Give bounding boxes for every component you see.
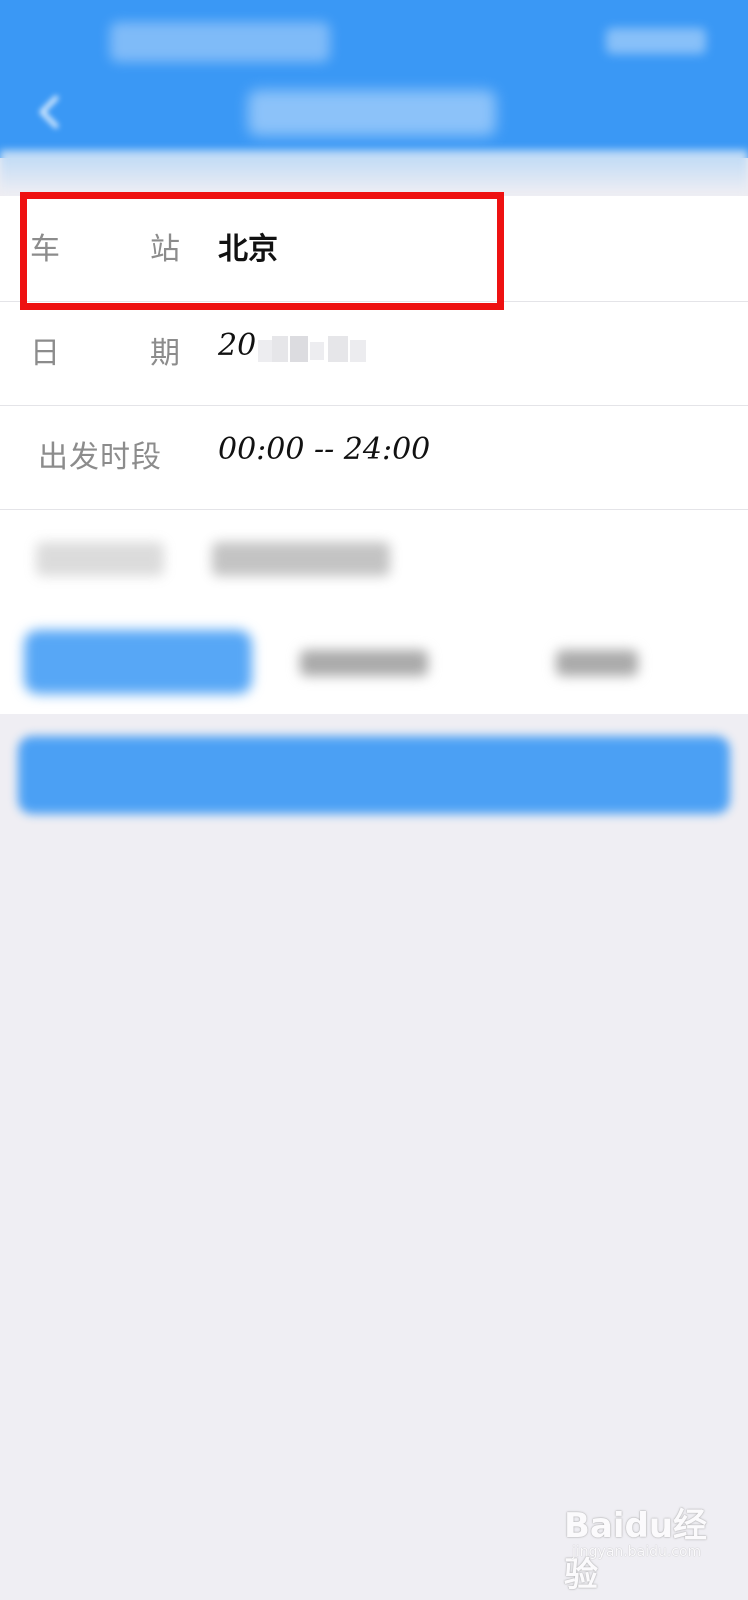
blurred-label: [36, 542, 164, 576]
departure-period-label: 出发时段: [38, 440, 162, 475]
tab-option-2[interactable]: [300, 650, 428, 676]
date-redaction-5: [328, 336, 348, 362]
departure-period-row[interactable]: 出发时段 00:00 -- 24:00: [0, 404, 748, 510]
date-label: 日 期: [30, 328, 180, 372]
date-row[interactable]: 日 期 20.: [0, 300, 748, 406]
date-redaction-3: [290, 336, 308, 362]
status-bar-right-blurred: [606, 28, 706, 54]
date-redaction-4: [310, 342, 324, 360]
header-shadow: [0, 150, 748, 195]
watermark-url: jingyan.baidu.com: [572, 1544, 702, 1560]
date-redaction-1: [258, 340, 272, 362]
chevron-left-icon[interactable]: [30, 92, 70, 132]
query-button[interactable]: [18, 736, 730, 814]
departure-period-value[interactable]: 00:00 -- 24:00: [218, 432, 430, 467]
date-label-char-1: 日: [30, 336, 60, 371]
tab-option-3[interactable]: [556, 650, 638, 676]
baidu-watermark: Baidu经验 jingyan.baidu.com: [560, 1488, 730, 1595]
app-header: [0, 0, 748, 158]
date-redaction-2: [272, 336, 288, 362]
blurred-value: [212, 542, 390, 576]
page-title-blurred: [248, 90, 496, 136]
date-label-char-2: 期: [150, 336, 180, 371]
status-bar-left-blurred: [110, 22, 330, 62]
tab-all[interactable]: [24, 630, 252, 694]
date-redaction-6: [350, 340, 366, 362]
train-type-tabs: [0, 620, 748, 720]
arrival-period-row-blurred[interactable]: [0, 508, 748, 614]
highlight-annotation: [20, 192, 504, 310]
